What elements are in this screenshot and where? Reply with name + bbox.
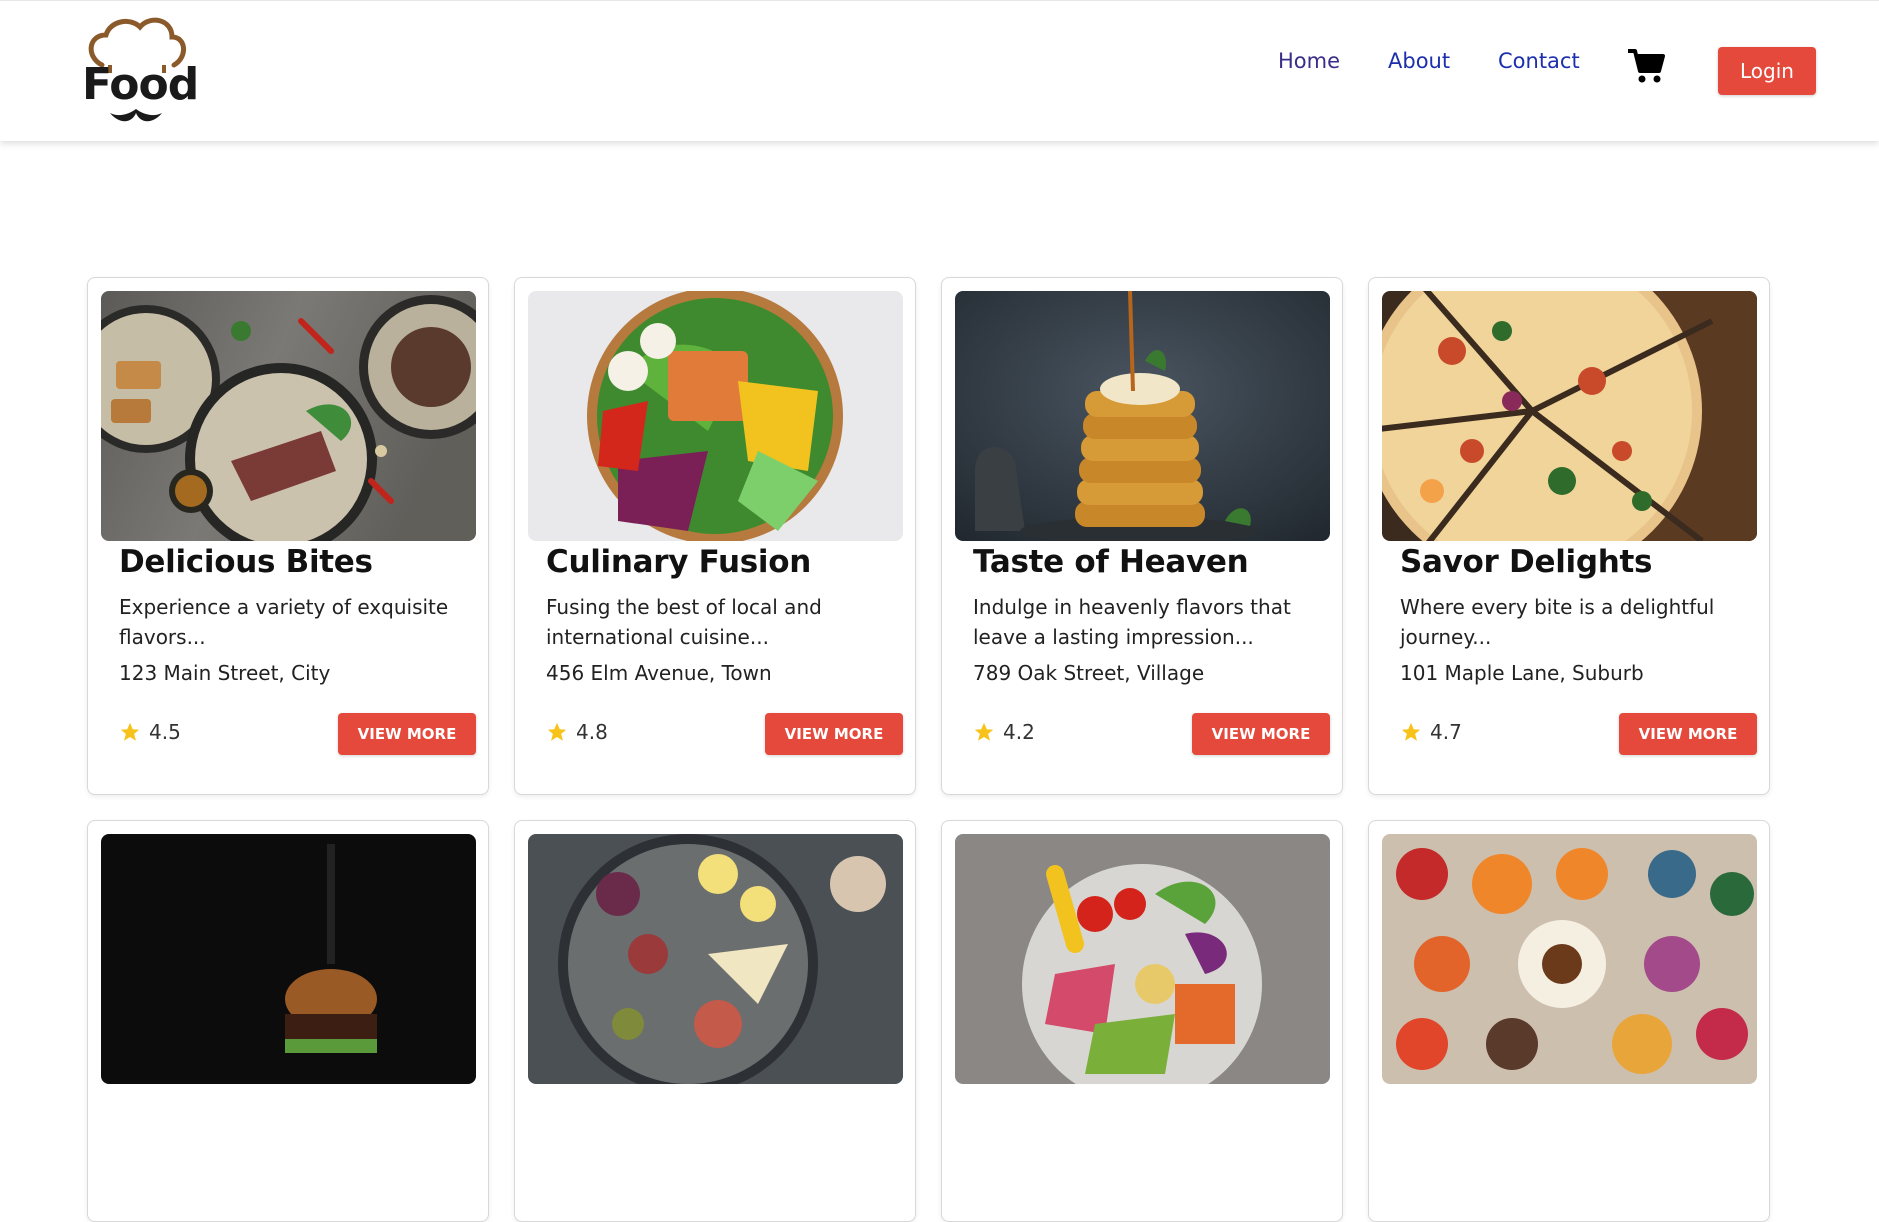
star-icon <box>1401 722 1421 741</box>
restaurant-card <box>514 820 916 1222</box>
restaurant-card <box>941 820 1343 1222</box>
restaurant-rating: 4.8 <box>546 720 608 744</box>
login-button[interactable]: Login <box>1718 47 1816 95</box>
restaurant-image <box>528 834 903 1084</box>
star-icon <box>974 722 994 741</box>
restaurant-description: Indulge in heavenly flavors that leave a… <box>973 595 1291 649</box>
restaurant-card: Culinary Fusion Fusing the best of local… <box>514 277 916 795</box>
restaurant-description: Experience a variety of exquisite flavor… <box>119 595 449 649</box>
view-more-button[interactable]: VIEW MORE <box>765 713 903 755</box>
nav-home-link[interactable]: Home <box>1278 49 1340 73</box>
restaurant-image <box>1382 291 1757 541</box>
restaurant-card <box>1368 820 1770 1222</box>
view-more-button[interactable]: VIEW MORE <box>1619 713 1757 755</box>
view-more-button[interactable]: VIEW MORE <box>1192 713 1330 755</box>
restaurant-description: Where every bite is a delightful journey… <box>1400 595 1715 649</box>
star-icon <box>120 722 140 741</box>
restaurant-card: Delicious Bites Experience a variety of … <box>87 277 489 795</box>
view-more-button[interactable]: VIEW MORE <box>338 713 476 755</box>
shopping-cart-icon[interactable] <box>1626 45 1666 85</box>
food-logo[interactable]: Food <box>80 13 199 131</box>
restaurant-card: Taste of Heaven Indulge in heavenly flav… <box>941 277 1343 795</box>
restaurant-description: Fusing the best of local and internation… <box>546 595 822 649</box>
restaurant-address: 123 Main Street, City <box>119 661 331 685</box>
rating-value: 4.5 <box>149 720 181 744</box>
restaurant-image <box>528 291 903 541</box>
restaurant-image <box>1382 834 1757 1084</box>
restaurant-image <box>101 291 476 541</box>
restaurant-rating: 4.5 <box>119 720 181 744</box>
restaurant-rating: 4.7 <box>1400 720 1462 744</box>
restaurant-name: Savor Delights <box>1400 544 1653 580</box>
restaurant-address: 101 Maple Lane, Suburb <box>1400 661 1644 685</box>
restaurant-address: 789 Oak Street, Village <box>973 661 1205 685</box>
restaurant-card <box>87 820 489 1222</box>
top-navbar: Food Home About Contact Login <box>0 0 1879 141</box>
restaurant-address: 456 Elm Avenue, Town <box>546 661 772 685</box>
logo-wordmark: Food <box>82 59 199 110</box>
restaurant-name: Taste of Heaven <box>973 544 1249 580</box>
star-icon <box>547 722 567 741</box>
rating-value: 4.7 <box>1430 720 1462 744</box>
rating-value: 4.2 <box>1003 720 1035 744</box>
restaurant-name: Delicious Bites <box>119 544 373 580</box>
restaurant-image <box>955 291 1330 541</box>
rating-value: 4.8 <box>576 720 608 744</box>
restaurant-rating: 4.2 <box>973 720 1035 744</box>
nav-contact-link[interactable]: Contact <box>1498 49 1580 73</box>
restaurant-image <box>955 834 1330 1084</box>
restaurant-card: Savor Delights Where every bite is a del… <box>1368 277 1770 795</box>
restaurant-image <box>101 834 476 1084</box>
nav-about-link[interactable]: About <box>1388 49 1450 73</box>
restaurant-name: Culinary Fusion <box>546 544 811 580</box>
